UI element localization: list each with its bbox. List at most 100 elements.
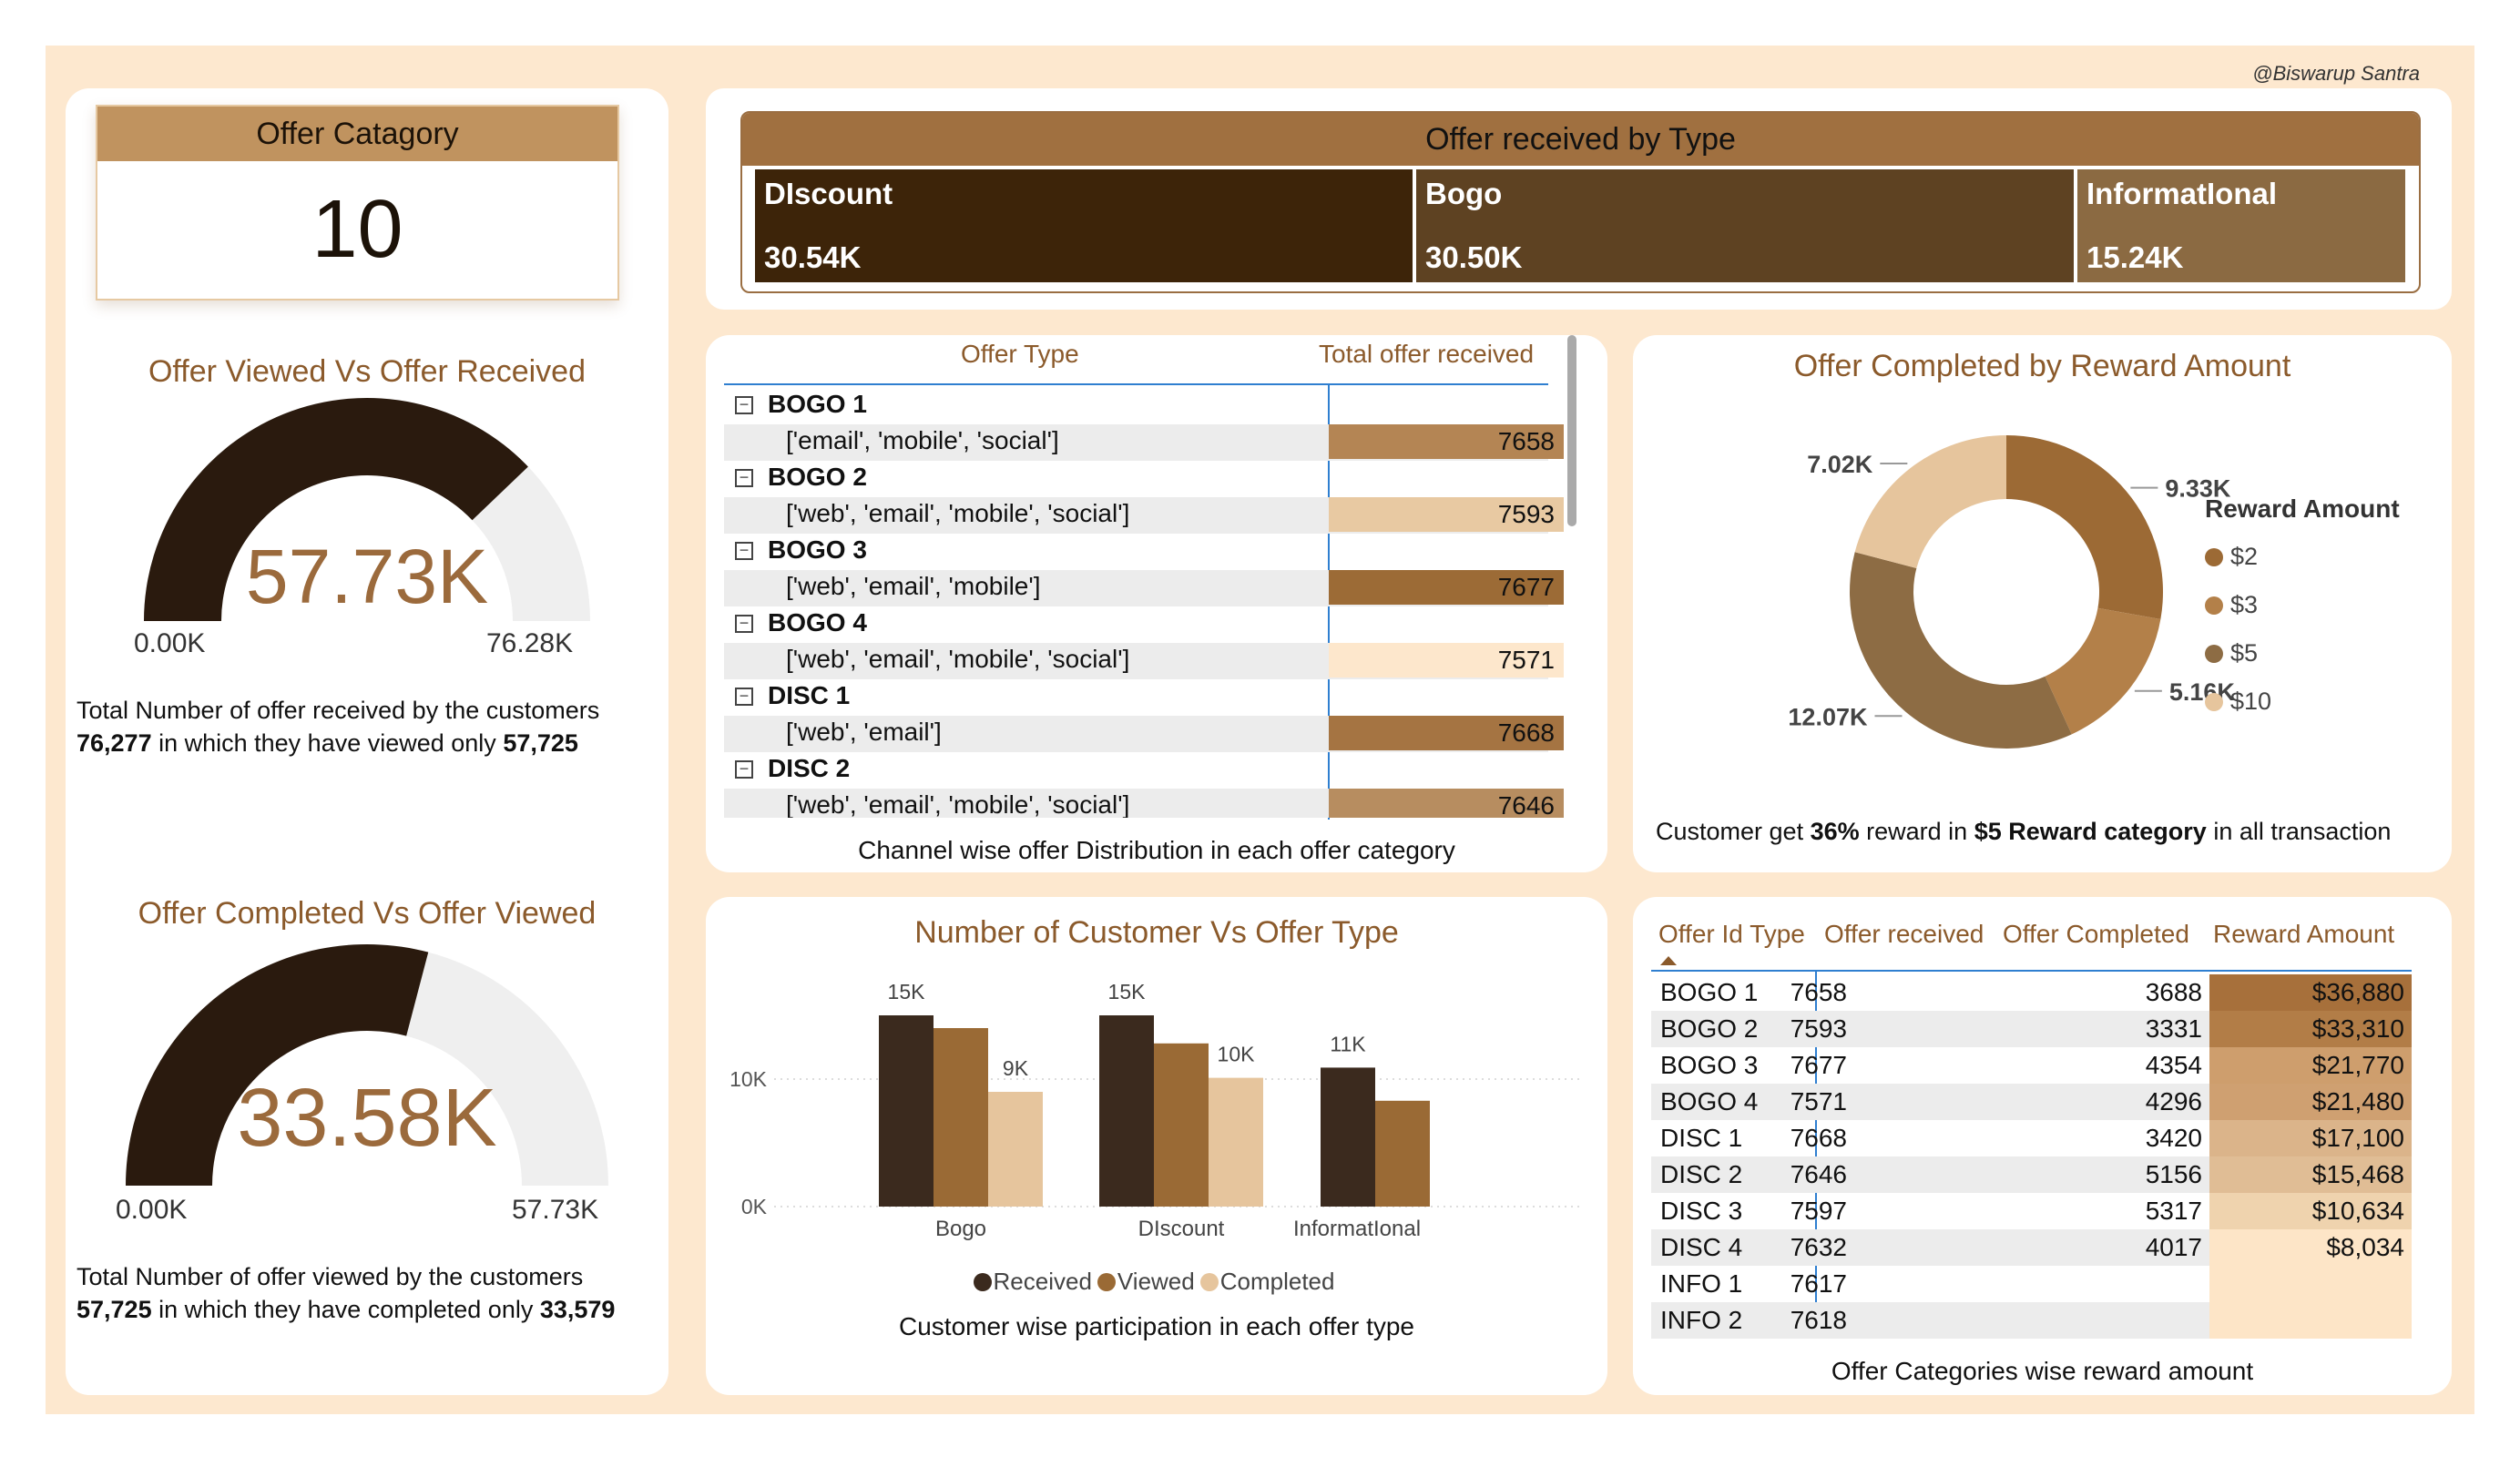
matrix-channel-row[interactable]: ['email', 'mobile', 'social'] 7658: [724, 424, 1564, 461]
collapse-icon[interactable]: −: [735, 760, 753, 779]
matrix-channel-row[interactable]: ['web', 'email', 'mobile', 'social'] 7593: [724, 497, 1564, 534]
donut-data-label: 7.02K: [1807, 451, 1873, 478]
table-row[interactable]: DISC 1 7668 3420 $17,100: [1651, 1120, 2412, 1156]
bar-viewed[interactable]: [1154, 1043, 1209, 1207]
table-row[interactable]: DISC 2 7646 5156 $15,468: [1651, 1156, 2412, 1193]
legend-item-reward-2[interactable]: $2: [2205, 543, 2258, 571]
cell-offer-received: 7658: [1790, 978, 1847, 1006]
matrix-group-row[interactable]: − DISC 2: [724, 752, 1548, 789]
gauge-description: Total Number of offer viewed by the cust…: [77, 1263, 616, 1323]
legend-item-completed[interactable]: Completed: [1199, 1268, 1334, 1295]
donut-chart[interactable]: 9.33K5.16K12.07K7.02K: [1633, 335, 2452, 809]
cell-reward-amount: $17,100: [2209, 1120, 2412, 1156]
gauge-max-label: 76.28K: [486, 628, 574, 658]
matrix-group-label: BOGO 2: [768, 463, 867, 491]
cell-reward-amount: [2209, 1266, 2412, 1302]
bar-data-label: 15K: [888, 980, 926, 1004]
matrix-group-label: BOGO 4: [768, 608, 867, 637]
matrix-channel-label: ['web', 'email', 'mobile', 'social']: [786, 645, 1130, 673]
bar-completed[interactable]: [988, 1092, 1043, 1207]
legend-item-reward-10[interactable]: $10: [2205, 688, 2271, 716]
table-row[interactable]: BOGO 4 7571 4296 $21,480: [1651, 1084, 2412, 1120]
kpi-card[interactable]: Offer Catagory 10: [96, 105, 619, 301]
cell-offer-received: 7646: [1790, 1160, 1847, 1188]
matrix-header-line: [724, 383, 1548, 385]
matrix-group-row[interactable]: − BOGO 2: [724, 461, 1548, 497]
legend-item-reward-3[interactable]: $3: [2205, 591, 2258, 619]
bar-received[interactable]: [1099, 1015, 1154, 1207]
legend-dot-icon: [2205, 548, 2223, 566]
bar-viewed[interactable]: [934, 1028, 988, 1207]
gauge-completed-vs-viewed[interactable]: Offer Completed Vs Offer Viewed 33.58K 0…: [66, 885, 668, 1395]
gauge-min-label: 0.00K: [134, 628, 206, 658]
table-header-reward-amount[interactable]: Reward Amount: [2213, 920, 2394, 949]
table-row[interactable]: BOGO 3 7677 4354 $21,770: [1651, 1047, 2412, 1084]
table-row[interactable]: BOGO 2 7593 3331 $33,310: [1651, 1011, 2412, 1047]
table-row[interactable]: DISC 4 7632 4017 $8,034: [1651, 1229, 2412, 1266]
cell-reward-amount: $21,480: [2209, 1084, 2412, 1120]
matrix-col-total[interactable]: Total offer received: [1319, 340, 1534, 369]
matrix-col-offer-type[interactable]: Offer Type: [961, 340, 1079, 369]
bar-legend: Received Viewed Completed: [706, 1268, 1607, 1296]
x-tick-label: InformatIonal: [1293, 1217, 1421, 1241]
table-row[interactable]: INFO 2 7618: [1651, 1302, 2412, 1339]
table-row[interactable]: DISC 3 7597 5317 $10,634: [1651, 1193, 2412, 1229]
matrix-group-row[interactable]: − BOGO 4: [724, 606, 1548, 643]
collapse-icon[interactable]: −: [735, 396, 753, 414]
collapse-icon[interactable]: −: [735, 469, 753, 487]
donut-slice[interactable]: [1854, 435, 2006, 569]
cell-offer-received: 7571: [1790, 1087, 1847, 1116]
donut-slice[interactable]: [1850, 552, 2072, 749]
cell-reward-amount: $15,468: [2209, 1156, 2412, 1193]
bar-completed[interactable]: [1209, 1077, 1263, 1207]
cell-offer-received: 7632: [1790, 1233, 1847, 1261]
collapse-icon[interactable]: −: [735, 542, 753, 560]
legend-dot-icon: [2205, 596, 2223, 615]
table-header-offer-completed[interactable]: Offer Completed: [2003, 920, 2189, 949]
matrix-channel-row[interactable]: ['web', 'email', 'mobile'] 7677: [724, 570, 1564, 606]
matrix-channel-row[interactable]: ['web', 'email'] 7668: [724, 716, 1564, 752]
bar-received[interactable]: [879, 1015, 934, 1207]
treemap[interactable]: Offer received by Type DIscount 30.54K B…: [740, 111, 2421, 293]
matrix-group-row[interactable]: − BOGO 1: [724, 388, 1548, 424]
matrix-group-row[interactable]: − DISC 1: [724, 679, 1548, 716]
matrix-channel-row[interactable]: ['web', 'email', 'mobile', 'social'] 7571: [724, 643, 1564, 679]
donut-legend-title: Reward Amount: [2205, 494, 2400, 523]
treemap-cell-discount[interactable]: DIscount 30.54K: [755, 169, 1413, 282]
matrix-channel-row[interactable]: ['web', 'email', 'mobile', 'social'] 7646: [724, 789, 1564, 818]
treemap-cell-informational[interactable]: InformatIonal 15.24K: [2077, 169, 2405, 282]
cell-offer-completed: 4017: [2145, 1233, 2202, 1261]
bar-received[interactable]: [1321, 1067, 1375, 1207]
cell-offer-completed: 5156: [2145, 1160, 2202, 1188]
cell-offer-completed: 4296: [2145, 1087, 2202, 1116]
matrix-group-row[interactable]: − BOGO 3: [724, 534, 1548, 570]
gauge-value: 57.73K: [245, 534, 489, 619]
y-tick-label: 0K: [741, 1195, 768, 1218]
bar-data-label: 11K: [1330, 1032, 1366, 1055]
legend-dot-icon: [2205, 645, 2223, 663]
table-header-offer-received[interactable]: Offer received: [1824, 920, 1984, 949]
bar-viewed[interactable]: [1375, 1100, 1430, 1207]
treemap-cell-bogo[interactable]: Bogo 30.50K: [1416, 169, 2074, 282]
donut-data-label: 12.07K: [1788, 703, 1868, 730]
gauge-min-label: 0.00K: [116, 1195, 188, 1225]
cell-reward-amount: $33,310: [2209, 1011, 2412, 1047]
treemap-title: Offer received by Type: [742, 113, 2419, 166]
matrix-group-label: DISC 1: [768, 681, 851, 709]
credit-text: @Biswarup Santra: [2252, 62, 2420, 85]
donut-slice[interactable]: [2006, 435, 2163, 619]
matrix-channel-label: ['web', 'email', 'mobile', 'social']: [786, 499, 1130, 527]
bar-caption: Customer wise participation in each offe…: [899, 1312, 1414, 1340]
table-header-offer-id[interactable]: Offer Id Type: [1658, 920, 1805, 949]
legend-item-reward-5[interactable]: $5: [2205, 639, 2258, 667]
collapse-icon[interactable]: −: [735, 688, 753, 706]
table-row[interactable]: INFO 1 7617: [1651, 1266, 2412, 1302]
legend-item-received[interactable]: Received: [973, 1268, 1092, 1295]
legend-dot-icon: [1199, 1273, 1219, 1291]
collapse-icon[interactable]: −: [735, 615, 753, 633]
legend-item-viewed[interactable]: Viewed: [1097, 1268, 1195, 1295]
matrix-channel-label: ['email', 'mobile', 'social']: [786, 426, 1059, 454]
cell-reward-amount: $10,634: [2209, 1193, 2412, 1229]
gauge-viewed-vs-received[interactable]: Offer Viewed Vs Offer Received 57.73K 0.…: [66, 343, 668, 799]
table-row[interactable]: BOGO 1 7658 3688 $36,880: [1651, 974, 2412, 1011]
